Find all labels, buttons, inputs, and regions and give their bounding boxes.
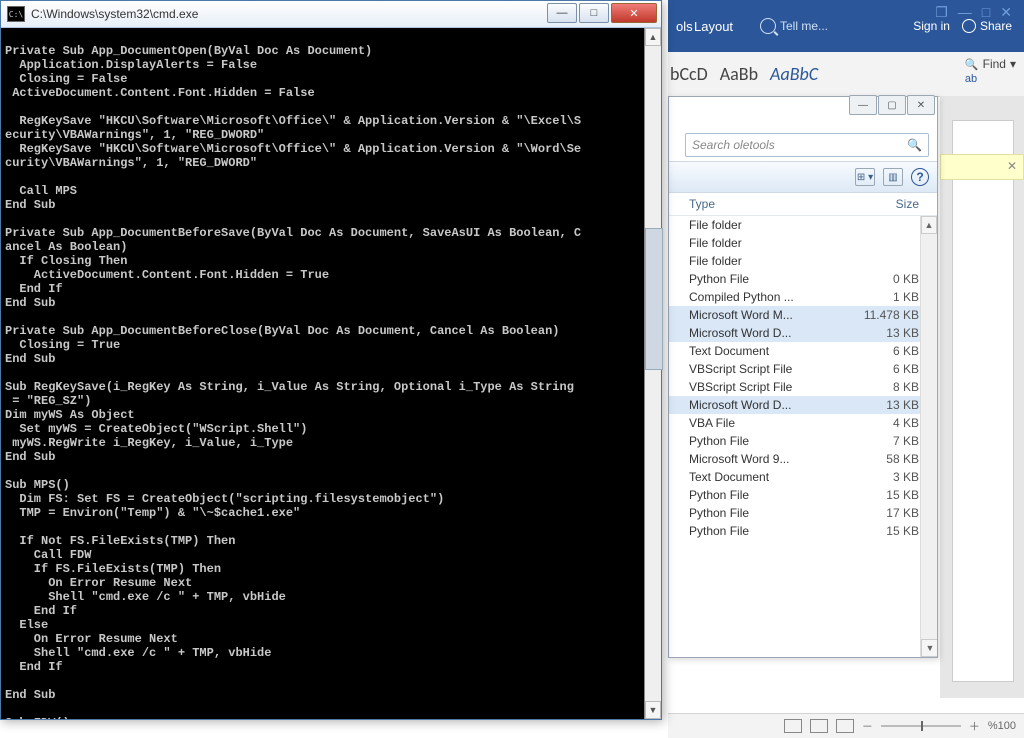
view-print-icon[interactable] [810, 719, 828, 733]
explorer-search-input[interactable]: Search oletools 🔍 [685, 133, 929, 157]
word-ribbon: ❐ — □ ✕ ols Layout Tell me... Sign in Sh… [668, 0, 1024, 52]
table-row[interactable]: Python File15 KB [669, 486, 937, 504]
sign-in-link[interactable]: Sign in [913, 19, 950, 33]
cmd-icon: C:\ [7, 6, 25, 22]
style-preview-3[interactable]: AaBbC [768, 63, 820, 85]
cmd-scrollbar[interactable]: ▲ ▼ [644, 28, 661, 719]
replace-button[interactable]: ab [965, 72, 1016, 86]
find-button[interactable]: 🔍Find ▾ [965, 56, 1016, 72]
file-type-cell: Compiled Python ... [689, 290, 851, 304]
file-type-cell: Microsoft Word M... [689, 308, 851, 322]
word-message-bar: ✕ [940, 154, 1024, 180]
explorer-close-button[interactable]: ✕ [907, 95, 935, 115]
cmd-close-button[interactable]: ✕ [611, 3, 657, 23]
zoom-in-button[interactable]: ＋ [969, 718, 980, 734]
file-type-cell: File folder [689, 254, 851, 268]
table-row[interactable]: Microsoft Word D...13 KB [669, 396, 937, 414]
cmd-window: C:\ C:\Windows\system32\cmd.exe — □ ✕ Pr… [0, 0, 662, 720]
style-preview-1[interactable]: bCcD [668, 63, 710, 85]
cmd-titlebar[interactable]: C:\ C:\Windows\system32\cmd.exe — □ ✕ [1, 1, 661, 28]
table-row[interactable]: VBScript Script File6 KB [669, 360, 937, 378]
preview-pane-icon[interactable]: ▥ [883, 168, 903, 186]
cmd-maximize-button[interactable]: □ [579, 3, 609, 23]
explorer-column-headers[interactable]: Type Size [669, 193, 937, 216]
table-row[interactable]: Python File0 KB [669, 270, 937, 288]
file-type-cell: Text Document [689, 344, 851, 358]
table-row[interactable]: Microsoft Word D...13 KB [669, 324, 937, 342]
table-row[interactable]: File folder [669, 216, 937, 234]
table-row[interactable]: Microsoft Word 9...58 KB [669, 450, 937, 468]
file-type-cell: Python File [689, 434, 851, 448]
table-row[interactable]: File folder [669, 234, 937, 252]
file-explorer-window: — ▢ ✕ Search oletools 🔍 ⊞ ▾ ▥ ? Type Siz… [668, 96, 938, 658]
table-row[interactable]: Microsoft Word M...11.478 KB [669, 306, 937, 324]
search-icon: 🔍 [965, 58, 979, 71]
replace-icon: ab [965, 73, 977, 85]
explorer-window-controls: — ▢ ✕ [849, 95, 935, 115]
cmd-body: Private Sub App_DocumentOpen(ByVal Doc A… [1, 28, 661, 719]
cmd-title-text: C:\Windows\system32\cmd.exe [31, 7, 198, 21]
scroll-down-icon[interactable]: ▼ [921, 639, 937, 657]
scroll-up-icon[interactable]: ▲ [645, 28, 661, 46]
explorer-scrollbar[interactable]: ▲ ▼ [920, 216, 937, 657]
file-type-cell: Python File [689, 506, 851, 520]
zoom-out-button[interactable]: － [862, 718, 873, 734]
search-icon[interactable]: 🔍 [907, 138, 922, 152]
view-read-icon[interactable] [784, 719, 802, 733]
table-row[interactable]: Compiled Python ...1 KB [669, 288, 937, 306]
share-button[interactable]: Share [962, 19, 1012, 33]
word-ribbon-styles: bCcD AaBb AaBbC 🔍Find ▾ ab [668, 52, 1024, 97]
table-row[interactable]: Python File17 KB [669, 504, 937, 522]
table-row[interactable]: Text Document3 KB [669, 468, 937, 486]
ribbon-tab-layout[interactable]: Layout [686, 19, 741, 34]
file-type-cell: VBA File [689, 416, 851, 430]
table-row[interactable]: File folder [669, 252, 937, 270]
editing-group: 🔍Find ▾ ab [965, 56, 1016, 86]
lightbulb-icon [760, 18, 776, 34]
table-row[interactable]: Python File15 KB [669, 522, 937, 540]
file-type-cell: VBScript Script File [689, 380, 851, 394]
column-header-type[interactable]: Type [689, 197, 851, 211]
file-type-cell: Python File [689, 488, 851, 502]
table-row[interactable]: Python File7 KB [669, 432, 937, 450]
cmd-output[interactable]: Private Sub App_DocumentOpen(ByVal Doc A… [1, 28, 645, 719]
file-type-cell: File folder [689, 218, 851, 232]
zoom-value[interactable]: %100 [988, 720, 1016, 732]
cmd-window-controls: — □ ✕ [547, 3, 657, 23]
tell-me-search[interactable]: Tell me... [760, 18, 828, 34]
file-type-cell: Python File [689, 524, 851, 538]
view-web-icon[interactable] [836, 719, 854, 733]
table-row[interactable]: Text Document6 KB [669, 342, 937, 360]
word-status-bar: － ＋ %100 [668, 713, 1024, 738]
help-icon[interactable]: ? [911, 168, 929, 186]
share-label: Share [980, 19, 1012, 33]
explorer-search-placeholder: Search oletools [692, 138, 775, 152]
file-type-cell: Microsoft Word D... [689, 398, 851, 412]
table-row[interactable]: VBA File4 KB [669, 414, 937, 432]
tell-me-label: Tell me... [780, 19, 828, 33]
explorer-minimize-button[interactable]: — [849, 95, 877, 115]
style-preview-2[interactable]: AaBb [718, 63, 760, 85]
word-page[interactable] [952, 120, 1014, 682]
message-bar-close-icon[interactable]: ✕ [1007, 159, 1017, 173]
person-icon [962, 19, 976, 33]
file-type-cell: Text Document [689, 470, 851, 484]
column-header-size[interactable]: Size [851, 197, 937, 211]
explorer-maximize-button[interactable]: ▢ [878, 95, 906, 115]
view-options-icon[interactable]: ⊞ ▾ [855, 168, 875, 186]
explorer-file-list: File folder File folder File folder Python … [669, 216, 937, 657]
file-type-cell: VBScript Script File [689, 362, 851, 376]
file-type-cell: Python File [689, 272, 851, 286]
file-type-cell: File folder [689, 236, 851, 250]
scroll-thumb[interactable] [645, 228, 663, 370]
file-type-cell: Microsoft Word D... [689, 326, 851, 340]
table-row[interactable]: VBScript Script File8 KB [669, 378, 937, 396]
explorer-toolbar: ⊞ ▾ ▥ ? [669, 161, 937, 193]
cmd-minimize-button[interactable]: — [547, 3, 577, 23]
zoom-slider[interactable] [881, 725, 961, 727]
scroll-down-icon[interactable]: ▼ [645, 701, 661, 719]
file-type-cell: Microsoft Word 9... [689, 452, 851, 466]
scroll-up-icon[interactable]: ▲ [921, 216, 937, 234]
